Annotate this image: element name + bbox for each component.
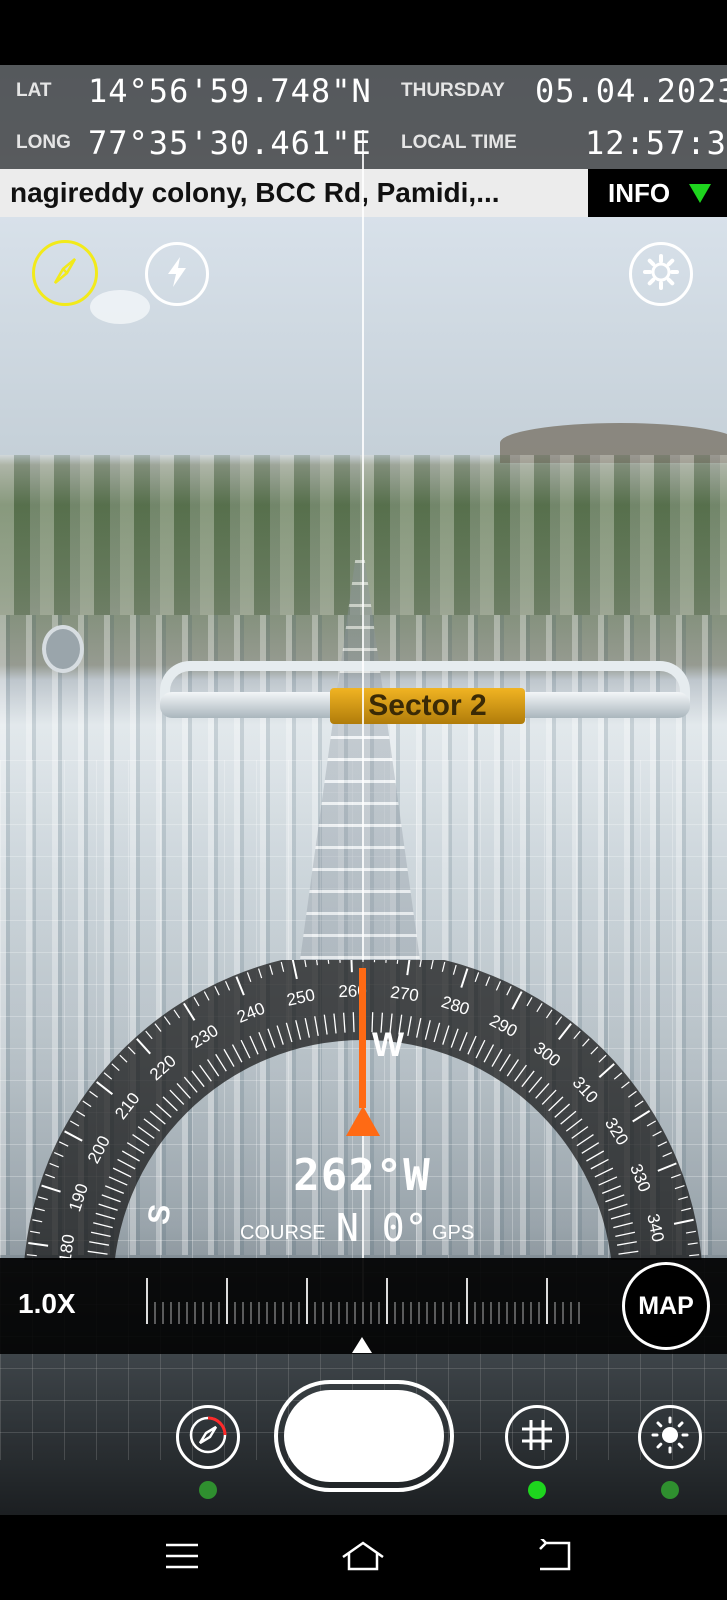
long-label: LONG bbox=[16, 132, 71, 153]
map-button-label: MAP bbox=[638, 1292, 694, 1320]
address-text[interactable]: nagireddy colony, BCC Rd, Pamidi,... bbox=[0, 169, 588, 217]
cloud bbox=[90, 290, 150, 324]
brightness-status-dot bbox=[661, 1481, 679, 1499]
zoom-slider-pointer-icon[interactable] bbox=[352, 1337, 372, 1353]
heading-readout: 262°W bbox=[293, 1150, 431, 1201]
lat-label: LAT bbox=[16, 80, 52, 101]
compass-icon bbox=[45, 251, 85, 295]
back-icon[interactable] bbox=[536, 1536, 572, 1577]
compass-inner-tick bbox=[352, 1012, 355, 1033]
day-label: THURSDAY bbox=[401, 80, 505, 101]
mounting-bolt bbox=[42, 625, 84, 673]
shutter-button[interactable] bbox=[274, 1380, 454, 1492]
compass-degree-label: 270 bbox=[389, 983, 420, 1006]
sector-tag-label: Sector 2 bbox=[368, 689, 487, 722]
lightning-icon bbox=[159, 254, 195, 294]
date-value: 05.04.2023 bbox=[535, 72, 727, 110]
compass-degree-label: 180 bbox=[56, 1233, 79, 1260]
menu-icon[interactable] bbox=[164, 1541, 200, 1575]
compass-status-dot bbox=[199, 1481, 217, 1499]
local-time-label: LOCAL TIME bbox=[401, 132, 517, 153]
compass-toggle-button[interactable] bbox=[176, 1405, 240, 1469]
course-label: COURSE bbox=[240, 1222, 326, 1244]
system-navigation-bar bbox=[0, 1517, 727, 1600]
home-icon[interactable] bbox=[340, 1539, 386, 1577]
compass-tick bbox=[350, 960, 353, 973]
settings-button[interactable] bbox=[629, 242, 693, 306]
map-button[interactable]: MAP bbox=[622, 1262, 710, 1350]
info-button-label: INFO bbox=[608, 178, 671, 208]
shutter-inner bbox=[284, 1390, 444, 1482]
grid-status-dot bbox=[528, 1481, 546, 1499]
cardinal-w-label: W bbox=[372, 1026, 405, 1064]
dropdown-triangle-icon bbox=[689, 184, 711, 203]
gps-label: GPS bbox=[432, 1222, 475, 1244]
grid-toggle-button[interactable] bbox=[505, 1405, 569, 1469]
compass-mode-button[interactable] bbox=[32, 240, 98, 306]
zoom-slider[interactable] bbox=[145, 1278, 585, 1334]
grid-icon bbox=[518, 1416, 556, 1458]
flash-button[interactable] bbox=[145, 242, 209, 306]
time-value: 12:57:30 bbox=[585, 124, 727, 162]
long-value: 77°35'30.461"E bbox=[88, 124, 372, 162]
gear-icon bbox=[641, 252, 681, 296]
compass-icon bbox=[186, 1413, 230, 1461]
compass-tick bbox=[385, 960, 387, 963]
compass-tick bbox=[339, 960, 341, 963]
heading-needle bbox=[359, 968, 366, 1108]
brightness-button[interactable] bbox=[638, 1405, 702, 1469]
lat-value: 14°56'59.748"N bbox=[88, 72, 372, 110]
zoom-level: 1.0X bbox=[18, 1288, 76, 1319]
course-value: N 0° bbox=[336, 1206, 428, 1250]
sun-icon bbox=[650, 1415, 690, 1459]
heading-pointer-icon bbox=[346, 1106, 380, 1136]
